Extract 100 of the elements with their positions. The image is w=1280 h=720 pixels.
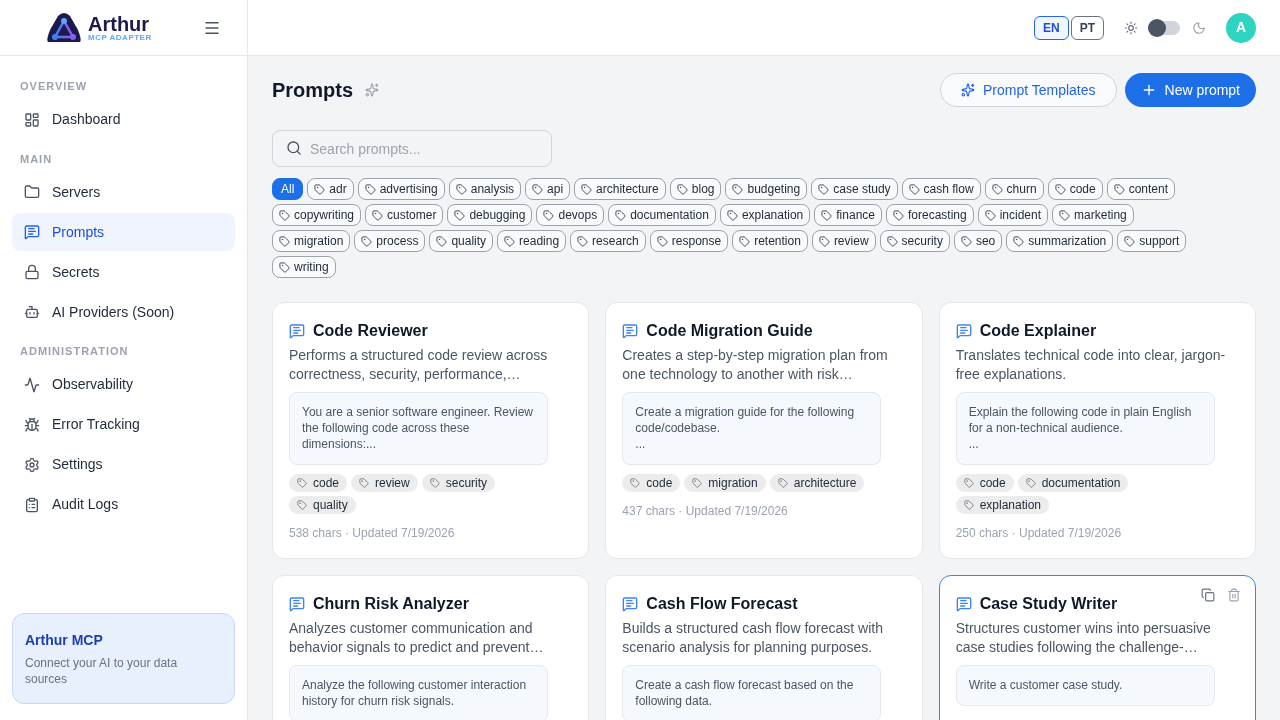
tag-icon <box>314 183 326 195</box>
filter-chip[interactable]: advertising <box>357 178 445 200</box>
tag-icon <box>777 478 788 488</box>
prompt-card[interactable]: Cash Flow Forecast Builds a structured cash flow forecast with scenario analysis for planning purposes. Create a cash flow forecast based on the following data. <box>605 575 923 720</box>
filter-chip[interactable]: cash flow <box>901 178 981 200</box>
filter-chip[interactable]: adr <box>307 178 354 200</box>
tag-icon <box>893 209 904 221</box>
copy-icon[interactable] <box>1201 588 1215 602</box>
bug-icon <box>24 416 40 433</box>
tag-icon <box>297 500 307 510</box>
filter-chip[interactable]: research <box>570 230 646 252</box>
tag-icon <box>543 209 555 221</box>
new-prompt-button[interactable]: New prompt <box>1124 73 1256 107</box>
sidebar-item[interactable]: Dashboard <box>12 100 235 139</box>
filter-chip[interactable]: copywriting <box>272 204 362 226</box>
tag-icon <box>656 235 668 247</box>
tag-icon <box>732 183 744 195</box>
filter-chip[interactable]: response <box>649 230 729 252</box>
filter-chip[interactable]: code <box>1047 178 1103 200</box>
sidebar-item[interactable]: Audit Logs <box>12 485 235 524</box>
filter-chip[interactable]: finance <box>814 204 882 226</box>
filter-chip[interactable]: process <box>354 230 426 252</box>
sidebar-item[interactable]: Settings <box>12 445 235 484</box>
filter-chip[interactable]: All <box>272 178 304 200</box>
prompt-card[interactable]: Churn Risk Analyzer Analyzes customer communication and behavior signals to predict and prevent… Analyze the following customer interaction history for churn risk signals. <box>272 575 590 720</box>
tag-icon <box>821 209 833 221</box>
tag-icon <box>577 235 589 247</box>
tag-icon <box>692 478 703 488</box>
language-toggle[interactable]: PT <box>1070 15 1104 40</box>
filter-chip[interactable]: writing <box>272 256 336 278</box>
filter-chip[interactable]: analysis <box>448 178 522 200</box>
card-title: Cash Flow Forecast <box>646 594 798 614</box>
filter-chip[interactable]: quality <box>429 230 494 252</box>
filter-chip[interactable]: case study <box>811 178 898 200</box>
templates-button[interactable]: Prompt Templates <box>939 73 1117 107</box>
sidebar-item[interactable]: AI Providers (Soon) <box>12 293 235 331</box>
filter-chip[interactable]: migration <box>272 230 351 252</box>
filter-chip[interactable]: documentation <box>608 204 716 226</box>
filter-chip[interactable]: architecture <box>574 178 666 200</box>
tag-icon <box>818 235 830 247</box>
search-field[interactable]: Search prompts... <box>272 130 552 167</box>
tag-icon <box>364 183 376 195</box>
tag-icon <box>886 235 898 247</box>
tag-icon <box>1124 235 1136 247</box>
sidebar-item[interactable]: Prompts <box>12 213 235 251</box>
filter-chip[interactable]: seo <box>953 230 1003 252</box>
filter-chip[interactable]: security <box>879 230 950 252</box>
prompt-preview: Write a customer case study. <box>955 665 1215 706</box>
logo-icon <box>44 11 84 44</box>
folder-icon <box>24 184 40 200</box>
prompt-card[interactable] <box>272 302 590 559</box>
sidebar-item[interactable]: Error Tracking <box>12 405 235 444</box>
filter-chip[interactable]: customer <box>365 204 444 226</box>
filter-chip[interactable]: budgeting <box>725 178 808 200</box>
tag-chip: code <box>622 474 681 492</box>
tag-chip: quality <box>289 496 356 514</box>
filter-chip[interactable]: devops <box>536 204 605 226</box>
prompt-card[interactable] <box>605 302 923 559</box>
brand-subtitle: MCP ADAPTER <box>88 33 152 42</box>
filter-chip[interactable]: retention <box>732 230 808 252</box>
filter-chip[interactable]: support <box>1117 230 1187 252</box>
filter-chip[interactable]: debugging <box>447 204 533 226</box>
message-icon <box>622 596 639 612</box>
filter-chip[interactable]: reading <box>497 230 567 252</box>
sidebar-item[interactable]: Secrets <box>12 253 235 291</box>
tag-chip: security <box>421 474 496 492</box>
tag-chip: code <box>955 474 1014 492</box>
tag-icon <box>818 183 830 195</box>
lock-icon <box>24 264 40 280</box>
tag-icon <box>908 183 920 195</box>
filter-chip[interactable]: marketing <box>1052 204 1134 226</box>
filter-chip[interactable]: explanation <box>719 204 811 226</box>
tag-icon <box>436 235 448 247</box>
tag-icon <box>532 183 544 195</box>
language-toggle[interactable]: EN <box>1034 15 1069 40</box>
filter-chip[interactable]: summarization <box>1006 230 1114 252</box>
tag-icon <box>372 209 384 221</box>
message-icon <box>955 596 972 612</box>
message-icon <box>289 596 305 612</box>
theme-switch[interactable] <box>1150 20 1180 35</box>
page-title: Prompts <box>272 78 354 103</box>
filter-chip[interactable]: review <box>811 230 876 252</box>
card-meta: 250 chars · Updated 7/19/2026 <box>955 525 1123 542</box>
tag-icon <box>726 209 738 221</box>
filter-chip[interactable]: api <box>525 178 571 200</box>
filter-chip[interactable]: content <box>1106 178 1176 200</box>
filter-chip[interactable]: churn <box>984 178 1044 200</box>
brand-name: Arthur <box>88 13 151 34</box>
sidebar-item[interactable]: Observability <box>12 365 235 404</box>
filter-chip[interactable]: blog <box>669 178 722 200</box>
sidebar-item[interactable]: Servers <box>12 173 235 211</box>
tag-chip: review <box>351 474 418 492</box>
tag-icon <box>615 209 627 221</box>
dashboard-icon <box>24 111 40 128</box>
tag-icon <box>630 478 641 488</box>
filter-chip[interactable]: forecasting <box>886 204 974 226</box>
prompt-preview: You are a senior software engineer. Review the following code across these dimensions:... <box>289 392 548 465</box>
prompt-card[interactable] <box>938 302 1256 559</box>
prompt-card[interactable]: Case Study Writer Structures customer wins into persuasive case studies following the challenge-… Write a customer case study. <box>938 575 1256 720</box>
filter-chip[interactable]: incident <box>977 204 1049 226</box>
